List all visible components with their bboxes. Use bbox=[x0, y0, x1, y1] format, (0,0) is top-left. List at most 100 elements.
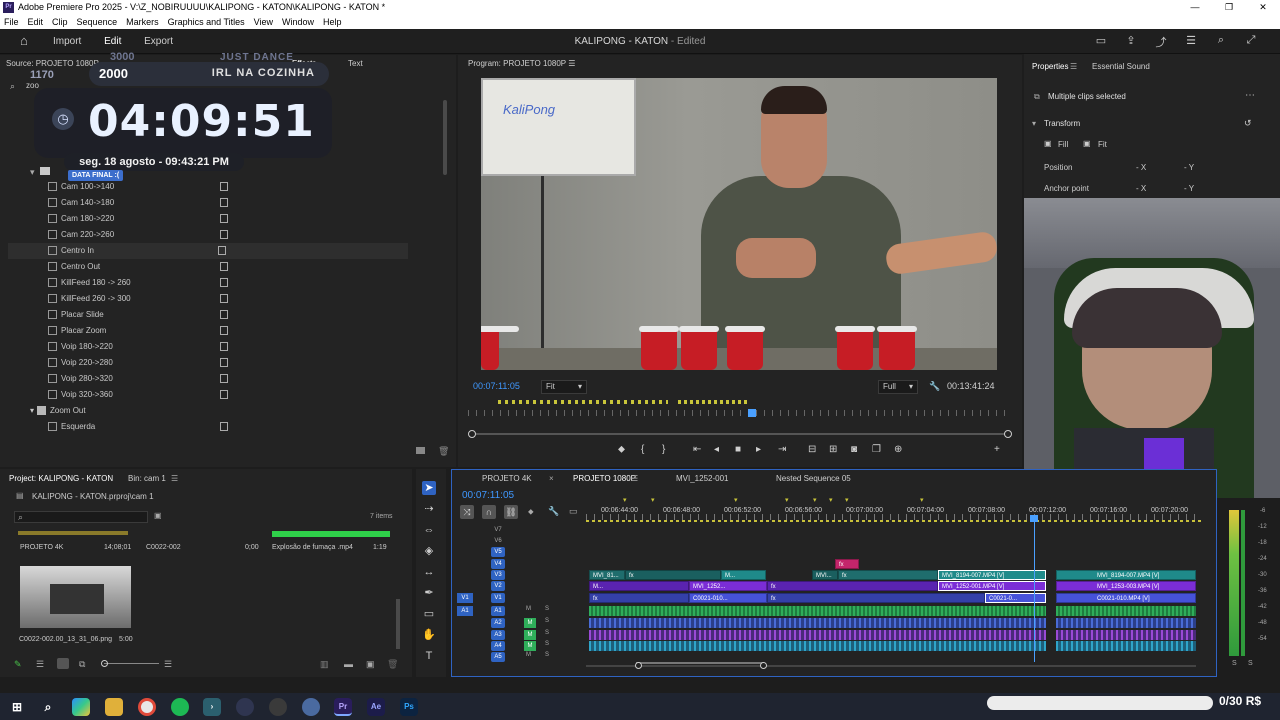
clip-v1[interactable]: fx bbox=[589, 593, 689, 603]
camera-icon[interactable]: ◙ bbox=[851, 444, 857, 455]
clip-v3[interactable]: fx bbox=[838, 570, 938, 580]
solo-button[interactable]: S bbox=[545, 652, 549, 658]
track-label-a1[interactable]: A1 bbox=[491, 606, 505, 616]
clip-v3-selected[interactable]: MVI_8194-007.MP4 [V] bbox=[938, 570, 1046, 580]
mark-in-icon[interactable]: { bbox=[641, 444, 644, 455]
clip-v1[interactable]: C0021-010... bbox=[689, 593, 767, 603]
menu-sequence[interactable]: Sequence bbox=[77, 15, 118, 29]
zoom-handle-right[interactable] bbox=[1004, 430, 1012, 438]
app-icon[interactable] bbox=[302, 698, 320, 716]
share-icon[interactable]: ⇪ bbox=[1116, 34, 1146, 50]
asset-name[interactable]: PROJETO 4K bbox=[20, 544, 63, 551]
clip-v2-selected[interactable]: MVI_1252-001.MP4 [V] bbox=[938, 581, 1046, 591]
audio-clip-a2[interactable] bbox=[1056, 618, 1196, 628]
solo-left-button[interactable]: S bbox=[1232, 660, 1237, 667]
mute-button-a3[interactable]: M bbox=[524, 630, 536, 640]
marker-icon[interactable]: ▾ bbox=[651, 496, 655, 504]
add-button-icon[interactable]: + bbox=[994, 444, 1000, 455]
timeline-tab[interactable]: MVI_1252-001 bbox=[676, 474, 728, 483]
timeline-tab[interactable]: Nested Sequence 05 bbox=[776, 474, 851, 483]
clip-v3[interactable]: MVI_81... bbox=[589, 570, 625, 580]
effect-item-selected[interactable]: Centro In bbox=[8, 243, 408, 259]
playhead-icon[interactable] bbox=[748, 409, 756, 417]
program-video-frame[interactable]: KaliPong bbox=[481, 78, 997, 370]
effect-item[interactable]: KillFeed 260 -> 300 bbox=[48, 291, 238, 307]
effect-item[interactable]: KillFeed 180 -> 260 bbox=[48, 275, 238, 291]
spotify-icon[interactable] bbox=[171, 698, 189, 716]
scroll-handle-left[interactable] bbox=[635, 662, 642, 669]
photoshop-icon[interactable]: Ps bbox=[400, 698, 418, 716]
close-tab-icon[interactable]: × bbox=[549, 474, 554, 483]
audio-clip-a1[interactable] bbox=[1056, 606, 1196, 616]
source-patch-v1[interactable]: V1 bbox=[457, 593, 473, 603]
menu-file[interactable]: File bbox=[4, 15, 19, 29]
premiere-taskbar-icon[interactable]: Pr bbox=[334, 698, 352, 716]
reset-icon[interactable]: ↺ bbox=[1244, 118, 1252, 129]
monitor-ruler[interactable] bbox=[468, 396, 1012, 418]
menu-markers[interactable]: Markers bbox=[126, 15, 159, 29]
marker-icon[interactable]: ▾ bbox=[920, 496, 924, 504]
track-label-v1[interactable]: V1 bbox=[491, 593, 505, 603]
track-label-v5[interactable]: V5 bbox=[491, 547, 505, 557]
audio-clip-a4[interactable] bbox=[589, 641, 1046, 651]
playhead-handle-icon[interactable] bbox=[1030, 515, 1038, 522]
after-effects-icon[interactable]: Ae bbox=[367, 698, 385, 716]
track-label-a3[interactable]: A3 bbox=[491, 630, 505, 640]
hand-icon[interactable]: ✋ bbox=[422, 628, 436, 642]
source-patch-a1[interactable]: A1 bbox=[457, 606, 473, 616]
track-label-a5[interactable]: A5 bbox=[491, 652, 505, 662]
panels-icon[interactable]: ☰ bbox=[1176, 34, 1206, 50]
adjustment-clip-v4[interactable]: fx bbox=[835, 559, 859, 569]
asset-name[interactable]: Explosão de fumaça .mp4 bbox=[272, 544, 353, 551]
clip-v1[interactable]: fx bbox=[767, 593, 985, 603]
multicam-icon[interactable]: ⊕ bbox=[894, 444, 902, 455]
fit-icon[interactable]: ▣ bbox=[1083, 139, 1091, 148]
sort-icon[interactable]: ☰ bbox=[164, 659, 172, 670]
effect-item[interactable]: Esquerda bbox=[48, 419, 238, 435]
more-options-icon[interactable]: ⋯ bbox=[1245, 90, 1255, 101]
properties-tab[interactable]: Properties bbox=[1032, 62, 1068, 71]
captions-icon[interactable]: ▭ bbox=[569, 506, 578, 517]
search-icon[interactable]: ⌕ bbox=[39, 698, 57, 716]
zoom-slider[interactable] bbox=[104, 663, 159, 664]
mute-button-a1[interactable]: M bbox=[526, 606, 531, 612]
bin-tab[interactable]: Bin: cam 1 bbox=[128, 474, 166, 483]
new-item-icon[interactable]: ▣ bbox=[366, 659, 375, 670]
fill-icon[interactable]: ▣ bbox=[1044, 139, 1052, 148]
zoom-fit-select[interactable]: Fit ▾ bbox=[541, 380, 587, 394]
effect-item[interactable]: Cam 140->180 bbox=[48, 195, 238, 211]
zoom-slider-handle[interactable] bbox=[101, 660, 108, 667]
copilot-icon[interactable] bbox=[72, 698, 90, 716]
marker-icon[interactable]: ▾ bbox=[623, 496, 627, 504]
new-bin-icon[interactable] bbox=[416, 447, 425, 454]
snap-icon[interactable]: ∩ bbox=[482, 505, 496, 519]
app-icon[interactable] bbox=[236, 698, 254, 716]
marker-icon[interactable]: ▾ bbox=[813, 496, 817, 504]
scrollbar-thumb[interactable] bbox=[636, 662, 764, 664]
pen-icon[interactable]: ✒ bbox=[422, 586, 436, 600]
workspace-icon[interactable]: ▭ bbox=[1086, 34, 1116, 50]
effect-item[interactable]: Centro Out bbox=[48, 259, 238, 275]
clip-v3[interactable]: MVI_8194-007.MP4 [V] bbox=[1056, 570, 1196, 580]
fullscreen-icon[interactable]: ⤢ bbox=[1236, 34, 1266, 50]
type-icon[interactable]: T bbox=[422, 649, 436, 663]
mute-button-a4[interactable]: M bbox=[524, 641, 536, 651]
effect-item[interactable]: Placar Slide bbox=[48, 307, 238, 323]
audio-clip-a1[interactable] bbox=[589, 606, 1046, 616]
project-tab[interactable]: Project: KALIPONG - KATON bbox=[9, 474, 113, 483]
fit-button[interactable]: Fit bbox=[1098, 140, 1107, 149]
rectangle-icon[interactable]: ▭ bbox=[422, 607, 436, 621]
icon-view-icon[interactable] bbox=[57, 658, 69, 669]
timeline-timecode[interactable]: 00:07:11:05 bbox=[462, 490, 514, 501]
tab-menu-icon[interactable]: ☰ bbox=[1070, 62, 1077, 71]
chevron-down-icon[interactable]: ▾ bbox=[1032, 119, 1036, 128]
close-icon[interactable]: ✕ bbox=[1246, 0, 1280, 15]
effect-item[interactable]: Voip 320->360 bbox=[48, 387, 238, 403]
anchor-x[interactable]: - X bbox=[1136, 184, 1146, 193]
marker-icon[interactable]: ▾ bbox=[734, 496, 738, 504]
clip-v3[interactable]: M... bbox=[721, 570, 766, 580]
audio-clip-a3[interactable] bbox=[589, 630, 1046, 640]
timeline-playhead[interactable] bbox=[1034, 516, 1035, 662]
menu-edit[interactable]: Edit bbox=[28, 15, 44, 29]
effect-item[interactable]: Cam 220->260 bbox=[48, 227, 238, 243]
